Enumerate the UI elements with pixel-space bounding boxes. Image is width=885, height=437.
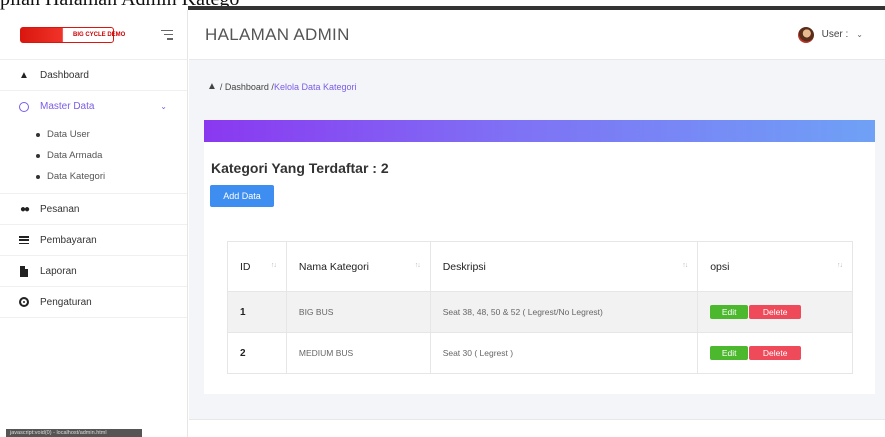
sidebar-subitem-data-user[interactable]: Data User <box>0 124 187 145</box>
bullet-icon <box>36 153 40 158</box>
people-icon: ●● <box>19 203 30 215</box>
menu-toggle-icon[interactable] <box>161 29 173 40</box>
cell-deskripsi: Seat 38, 48, 50 & 52 ( Legrest/No Legres… <box>429 291 699 333</box>
avatar <box>797 26 814 43</box>
cell-id: 1 <box>227 291 287 333</box>
document-icon <box>18 265 30 277</box>
edit-button[interactable]: Edit <box>710 305 749 319</box>
cell-id: 2 <box>227 332 287 374</box>
breadcrumb-dashboard[interactable]: / Dashboard / <box>220 82 274 92</box>
edit-button[interactable]: Edit <box>710 346 749 360</box>
table-row: 1 BIG BUS Seat 38, 48, 50 & 52 ( Legrest… <box>227 291 853 333</box>
table-header-row: ID ↑↓ Nama Kategori ↑↓ Deskripsi ↑↓ opsi ↑↓ <box>227 241 853 292</box>
column-header-nama-kategori[interactable]: Nama Kategori ↑↓ <box>285 241 431 292</box>
sidebar-item-pembayaran[interactable]: Pembayaran <box>0 225 187 256</box>
sidebar-item-laporan[interactable]: Laporan <box>0 256 187 287</box>
bullet-icon <box>36 174 40 179</box>
sidebar-subitem-data-armada[interactable]: Data Armada <box>0 145 187 166</box>
sidebar: BIG CYCLE DEMO ▲ Dashboard Master Data ⌄… <box>0 10 188 437</box>
category-count-heading: Kategori Yang Terdaftar : 2 <box>211 160 389 176</box>
topbar: HALAMAN ADMIN User : ⌄ <box>189 10 885 60</box>
gear-icon <box>18 296 30 308</box>
sidebar-subitem-data-kategori[interactable]: Data Kategori <box>0 166 187 187</box>
cell-deskripsi: Seat 30 ( Legrest ) <box>429 332 699 374</box>
sort-icon: ↑↓ <box>682 262 688 269</box>
sidebar-item-master-data[interactable]: Master Data ⌄ <box>0 91 187 122</box>
user-menu[interactable]: User : ⌄ <box>797 26 863 43</box>
circle-icon <box>18 101 30 113</box>
table-row: 2 MEDIUM BUS Seat 30 ( Legrest ) Edit Del… <box>227 332 853 374</box>
document-caption: pilan Halaman Admin Katego <box>0 0 885 10</box>
sort-icon: ↑↓ <box>270 262 277 269</box>
home-icon[interactable]: ▲ <box>207 81 217 92</box>
sidebar-item-label: Pengaturan <box>40 296 92 308</box>
browser-status-bar: javascript:void(0) - localhost/admin.htm… <box>6 429 142 437</box>
breadcrumb: ▲ / Dashboard / Kelola Data Kategori <box>207 81 357 92</box>
logo-text: BIG CYCLE DEMO <box>73 31 126 38</box>
delete-button[interactable]: Delete <box>749 346 802 360</box>
sidebar-item-label: Pesanan <box>40 203 80 215</box>
logo[interactable]: BIG CYCLE DEMO <box>20 26 125 43</box>
sidebar-subitem-label: Data Armada <box>47 150 103 161</box>
footer <box>189 419 885 437</box>
chevron-down-icon: ⌄ <box>856 30 863 39</box>
sort-icon: ↑↓ <box>837 262 843 269</box>
sidebar-item-dashboard[interactable]: ▲ Dashboard <box>0 60 187 91</box>
cell-nama-kategori: MEDIUM BUS <box>285 332 431 374</box>
breadcrumb-current: Kelola Data Kategori <box>273 81 357 92</box>
sidebar-item-label: Dashboard <box>40 69 89 81</box>
master-data-submenu: Data User Data Armada Data Kategori <box>0 122 187 194</box>
chevron-down-icon: ⌄ <box>160 102 167 111</box>
sidebar-item-pesanan[interactable]: ●● Pesanan <box>0 194 187 225</box>
sidebar-item-label: Master Data <box>40 101 95 112</box>
category-table: ID ↑↓ Nama Kategori ↑↓ Deskripsi ↑↓ opsi ↑↓ … <box>227 241 853 374</box>
sidebar-menu: ▲ Dashboard Master Data ⌄ Data User Data… <box>0 60 187 318</box>
sort-icon: ↑↓ <box>414 262 421 269</box>
column-header-deskripsi[interactable]: Deskripsi ↑↓ <box>429 241 699 292</box>
main-area: HALAMAN ADMIN User : ⌄ ▲ / Dashboard / K… <box>189 10 885 437</box>
cell-opsi: Edit Delete <box>697 332 853 374</box>
brand-bar: BIG CYCLE DEMO <box>0 10 187 60</box>
home-icon: ▲ <box>19 69 29 81</box>
column-header-id[interactable]: ID ↑↓ <box>227 241 287 292</box>
page-title: HALAMAN ADMIN <box>205 24 350 44</box>
gradient-banner <box>204 120 875 142</box>
column-header-opsi[interactable]: opsi ↑↓ <box>697 241 853 292</box>
cell-nama-kategori: BIG BUS <box>285 291 431 333</box>
sidebar-subitem-label: Data Kategori <box>47 171 106 182</box>
bullet-icon <box>36 132 40 137</box>
user-label: User : <box>821 29 849 40</box>
cell-opsi: Edit Delete <box>697 291 853 333</box>
sidebar-item-label: Laporan <box>40 265 77 277</box>
sidebar-item-pengaturan[interactable]: Pengaturan <box>0 287 187 318</box>
list-icon <box>18 234 30 246</box>
add-data-button[interactable]: Add Data <box>210 185 274 207</box>
sidebar-subitem-label: Data User <box>47 129 90 140</box>
content-card: Kategori Yang Terdaftar : 2 Add Data ID ↑… <box>204 142 875 394</box>
sidebar-item-label: Pembayaran <box>40 234 97 246</box>
delete-button[interactable]: Delete <box>749 305 802 319</box>
